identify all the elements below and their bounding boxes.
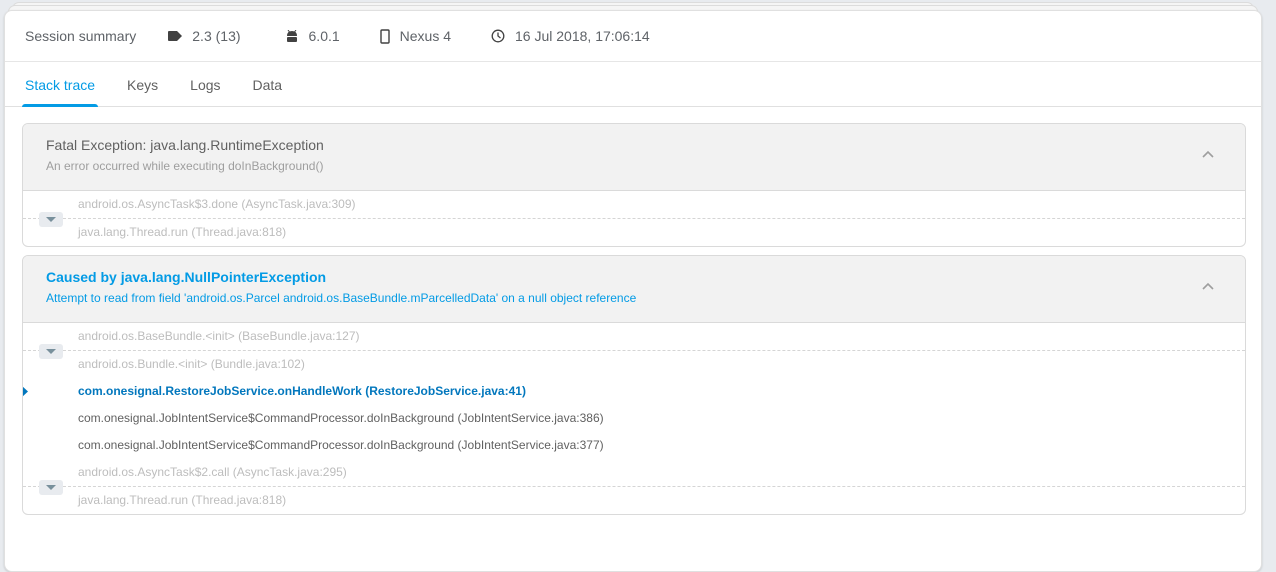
exception-header[interactable]: Caused by java.lang.NullPointerException… [23,256,1245,323]
timestamp-value: 16 Jul 2018, 17:06:14 [515,28,650,44]
crash-stack-frame[interactable]: com.onesignal.RestoreJobService.onHandle… [23,378,1245,405]
app-stack-frame: com.onesignal.JobIntentService$CommandPr… [78,411,604,425]
stack-frame: java.lang.Thread.run (Thread.java:818) [23,486,1245,514]
crash-marker-icon [23,386,28,397]
caret-down-icon [46,216,56,222]
tab-data[interactable]: Data [253,77,283,106]
exception-header[interactable]: Fatal Exception: java.lang.RuntimeExcept… [23,124,1245,191]
stack-frame: android.os.AsyncTask$3.done (AsyncTask.j… [78,197,356,211]
session-summary-title: Session summary [25,28,137,44]
chevron-up-icon[interactable] [1201,280,1215,294]
device-value: Nexus 4 [399,28,452,44]
chevron-up-icon[interactable] [1201,148,1215,162]
app-stack-frame: com.onesignal.JobIntentService$CommandPr… [78,438,604,452]
caret-down-icon [46,348,56,354]
stack-frame: android.os.Bundle.<init> (Bundle.java:10… [23,350,1245,378]
session-timestamp: 16 Jul 2018, 17:06:14 [491,28,650,44]
clock-icon [491,29,505,43]
exception-block-caused-by: Caused by java.lang.NullPointerException… [22,255,1246,515]
frame-list: android.os.AsyncTask$3.done (AsyncTask.j… [23,191,1245,246]
exception-message: Attempt to read from field 'android.os.P… [46,291,637,305]
stack-frame: android.os.AsyncTask$2.call (AsyncTask.j… [78,465,347,479]
tab-keys[interactable]: Keys [127,77,158,106]
caret-down-icon [46,484,56,490]
stack-trace-panel: Fatal Exception: java.lang.RuntimeExcept… [5,107,1261,515]
device: Nexus 4 [379,28,452,44]
tab-bar: Stack trace Keys Logs Data [5,62,1261,107]
android-icon [286,30,297,42]
session-card: Session summary 2.3 (13) 6.0.1 Nexus 4 1… [4,10,1262,572]
expand-frames-button[interactable] [39,212,63,227]
stack-frame: android.os.BaseBundle.<init> (BaseBundle… [78,329,360,343]
exception-title: Fatal Exception: java.lang.RuntimeExcept… [46,137,324,153]
phone-icon [379,28,390,44]
os-version: 6.0.1 [285,28,340,44]
os-version-value: 6.0.1 [308,28,340,44]
crash-frame-text: com.onesignal.RestoreJobService.onHandle… [78,384,526,398]
app-version-value: 2.3 (13) [192,28,241,44]
tab-stack-trace[interactable]: Stack trace [21,77,99,107]
exception-title: Caused by java.lang.NullPointerException [46,269,327,285]
collapsed-frame-group: android.os.AsyncTask$3.done (AsyncTask.j… [23,191,1245,246]
exception-block-fatal: Fatal Exception: java.lang.RuntimeExcept… [22,123,1246,247]
app-version: 2.3 (13) [168,28,241,44]
frame-list: android.os.BaseBundle.<init> (BaseBundle… [23,323,1245,514]
session-summary-bar: Session summary 2.3 (13) 6.0.1 Nexus 4 1… [5,11,1261,62]
stack-frame: java.lang.Thread.run (Thread.java:818) [23,218,1245,246]
tag-icon [168,31,183,41]
expand-frames-button[interactable] [39,344,63,359]
collapsed-frame-group: android.os.AsyncTask$2.call (AsyncTask.j… [23,459,1245,514]
expand-frames-button[interactable] [39,480,63,495]
collapsed-frame-group: android.os.BaseBundle.<init> (BaseBundle… [23,323,1245,378]
tab-logs[interactable]: Logs [190,77,220,106]
exception-message: An error occurred while executing doInBa… [46,159,324,173]
